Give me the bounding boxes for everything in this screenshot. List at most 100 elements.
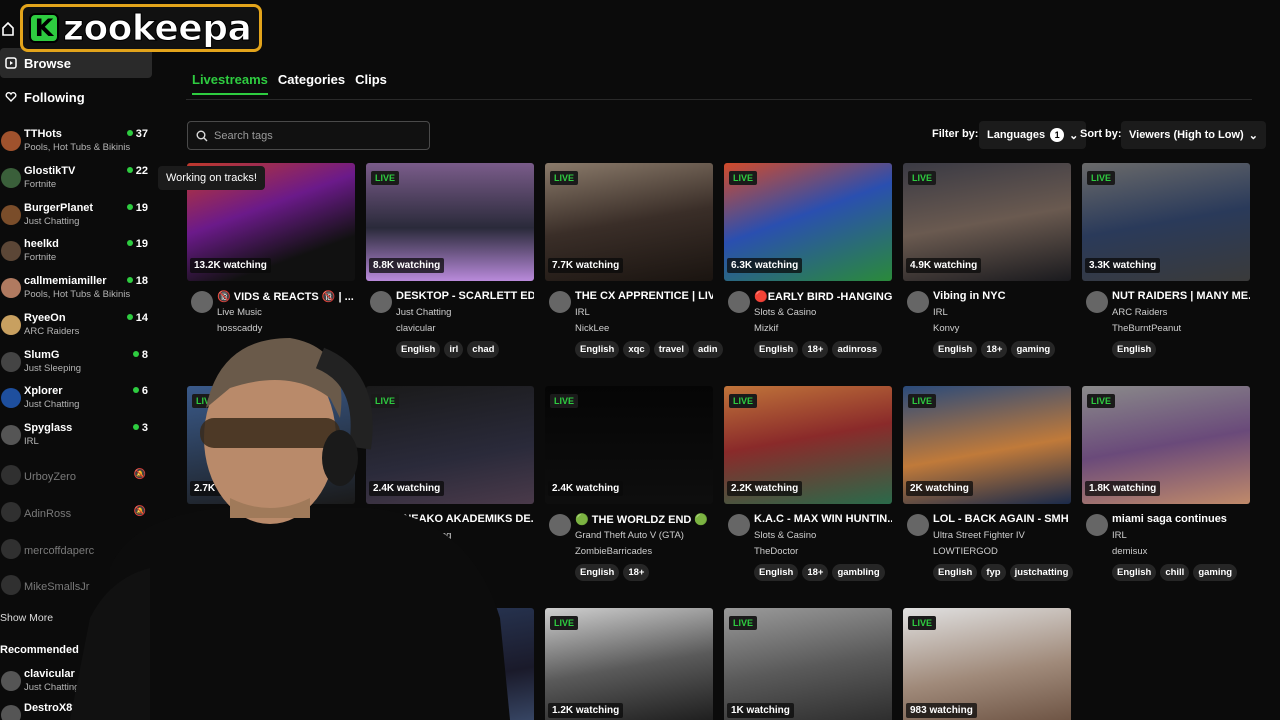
stream-thumbnail[interactable]: LIVE 983 watching — [903, 608, 1071, 720]
nav-browse[interactable]: Browse — [0, 48, 152, 78]
stream-title[interactable]: 🔴EARLY BIRD -HANGING... — [754, 290, 892, 303]
following-item[interactable]: heelkd Fortnite 19 — [0, 237, 152, 271]
stream-card[interactable]: LIVE 3.3K watching NUT RAIDERS | MANY ME..… — [1082, 163, 1250, 358]
tag[interactable]: 18+ — [802, 341, 829, 358]
tag[interactable]: gaming — [1011, 341, 1056, 358]
stream-card[interactable]: LIVE 2.4K watching 🟢 THE WORLDZ END 🟢 Grand… — [545, 386, 713, 581]
avatar[interactable] — [370, 291, 392, 313]
stream-card[interactable]: LIVE 983 watching — [903, 608, 1071, 720]
stream-card[interactable]: LIVE 2K watching LOL - BACK AGAIN - SMH Ult… — [903, 386, 1074, 581]
search-input[interactable] — [214, 129, 414, 142]
stream-category[interactable]: ARC Raiders — [1112, 307, 1167, 318]
tag[interactable]: chill — [1160, 564, 1190, 581]
avatar[interactable] — [907, 514, 929, 536]
stream-title[interactable]: DESKTOP - SCARLETT ED... — [396, 290, 534, 302]
stream-title[interactable]: THE CX APPRENTICE | LIV... — [575, 290, 713, 302]
tab-categories[interactable]: Categories — [278, 72, 345, 95]
stream-card[interactable]: LIVE 8.8K watching DESKTOP - SCARLETT ED..… — [366, 163, 534, 358]
following-item[interactable]: BurgerPlanet Just Chatting 19 — [0, 201, 152, 235]
stream-card[interactable]: LIVE 6.3K watching 🔴EARLY BIRD -HANGING...… — [724, 163, 892, 358]
following-item[interactable]: TTHots Pools, Hot Tubs & Bikinis 37 — [0, 127, 152, 161]
avatar[interactable] — [728, 514, 750, 536]
stream-thumbnail[interactable]: LIVE 2.2K watching — [724, 386, 892, 504]
tag[interactable]: English — [1112, 341, 1157, 358]
stream-category[interactable]: IRL — [1112, 530, 1127, 541]
stream-category[interactable]: IRL — [575, 307, 590, 318]
stream-card[interactable]: LIVE 1.2K watching — [545, 608, 713, 720]
show-more-link[interactable]: Show More — [0, 612, 53, 624]
stream-thumbnail[interactable]: LIVE 6.3K watching — [724, 163, 892, 281]
tag[interactable]: English — [754, 341, 799, 358]
tag[interactable]: gambling — [832, 564, 885, 581]
avatar[interactable] — [191, 291, 213, 313]
stream-category[interactable]: Slots & Casino — [754, 307, 816, 318]
zookeepa-logo[interactable]: K zookeepa — [20, 4, 262, 52]
stream-title[interactable]: 🔞 VIDS & REACTS 🔞 | ... — [217, 290, 355, 303]
stream-thumbnail[interactable]: LIVE 2.4K watching — [545, 386, 713, 504]
stream-title[interactable]: K.A.C - MAX WIN HUNTIN... — [754, 513, 892, 525]
stream-title[interactable]: NUT RAIDERS | MANY ME... — [1112, 290, 1250, 302]
avatar[interactable] — [1086, 514, 1108, 536]
tag[interactable]: xqc — [623, 341, 650, 358]
channel-name[interactable]: Mizkif — [754, 323, 778, 334]
stream-category[interactable]: Grand Theft Auto V (GTA) — [575, 530, 684, 541]
stream-title[interactable]: Vibing in NYC — [933, 290, 1071, 302]
tag[interactable]: English — [575, 341, 620, 358]
tag[interactable]: fyp — [981, 564, 1006, 581]
channel-name[interactable]: Konvy — [933, 323, 959, 334]
stream-title[interactable]: LOL - BACK AGAIN - SMH — [933, 513, 1071, 525]
stream-thumbnail[interactable]: LIVE 1K watching — [724, 608, 892, 720]
tag[interactable]: 18+ — [981, 341, 1008, 358]
stream-card[interactable]: LIVE 1K watching — [724, 608, 892, 720]
channel-name[interactable]: TheDoctor — [754, 546, 798, 557]
channel-name[interactable]: ZombieBarricades — [575, 546, 652, 557]
stream-card[interactable]: LIVE 1.8K watching miami saga continues IRL… — [1082, 386, 1250, 581]
avatar[interactable] — [907, 291, 929, 313]
stream-category[interactable]: IRL — [933, 307, 948, 318]
channel-name[interactable]: NickLee — [575, 323, 609, 334]
nav-following[interactable]: Following — [0, 82, 152, 112]
avatar[interactable] — [1086, 291, 1108, 313]
channel-name[interactable]: LOWTIERGOD — [933, 546, 998, 557]
stream-category[interactable]: Slots & Casino — [754, 530, 816, 541]
avatar[interactable] — [549, 291, 571, 313]
tag[interactable]: justchatting — [1009, 564, 1074, 581]
stream-category[interactable]: Just Chatting — [396, 307, 451, 318]
tag[interactable]: adin — [693, 341, 723, 358]
tag[interactable]: English — [933, 341, 978, 358]
tab-clips[interactable]: Clips — [355, 72, 387, 95]
stream-thumbnail[interactable]: LIVE 8.8K watching — [366, 163, 534, 281]
search-box[interactable] — [187, 121, 430, 150]
stream-card[interactable]: LIVE 4.9K watching Vibing in NYC IRL Konvy En… — [903, 163, 1071, 358]
tag[interactable]: English — [933, 564, 978, 581]
channel-name[interactable]: TheBurntPeanut — [1112, 323, 1181, 334]
tag[interactable]: 18+ — [623, 564, 650, 581]
tag[interactable]: English — [575, 564, 620, 581]
stream-thumbnail[interactable]: LIVE 2K watching — [903, 386, 1071, 504]
home-icon[interactable] — [2, 22, 14, 36]
stream-thumbnail[interactable]: LIVE 1.8K watching — [1082, 386, 1250, 504]
tag[interactable]: adinross — [832, 341, 883, 358]
stream-card[interactable]: LIVE 7.7K watching THE CX APPRENTICE | LIV… — [545, 163, 723, 358]
avatar[interactable] — [728, 291, 750, 313]
avatar[interactable] — [549, 514, 571, 536]
stream-card[interactable]: LIVE 2.2K watching K.A.C - MAX WIN HUNTIN.… — [724, 386, 892, 581]
tab-livestreams[interactable]: Livestreams — [192, 72, 268, 95]
tag[interactable]: English — [1112, 564, 1157, 581]
stream-thumbnail[interactable]: LIVE 1.2K watching — [545, 608, 713, 720]
stream-title[interactable]: 🟢 THE WORLDZ END 🟢 — [575, 513, 713, 526]
stream-title[interactable]: miami saga continues — [1112, 513, 1250, 525]
tag[interactable]: travel — [653, 341, 690, 358]
languages-dropdown[interactable]: Languages 1 ⌄ — [979, 121, 1087, 149]
following-item[interactable]: callmemiamiller Pools, Hot Tubs & Bikinis… — [0, 274, 152, 308]
tag[interactable]: English — [754, 564, 799, 581]
stream-thumbnail[interactable]: LIVE 3.3K watching — [1082, 163, 1250, 281]
stream-thumbnail[interactable]: LIVE 4.9K watching — [903, 163, 1071, 281]
tag[interactable]: gaming — [1193, 564, 1238, 581]
stream-category[interactable]: Ultra Street Fighter IV — [933, 530, 1025, 541]
tag[interactable]: 18+ — [802, 564, 829, 581]
stream-thumbnail[interactable]: LIVE 7.7K watching — [545, 163, 713, 281]
sort-dropdown[interactable]: Viewers (High to Low) ⌄ — [1121, 121, 1266, 149]
stream-category[interactable]: Live Music — [217, 307, 262, 318]
channel-name[interactable]: demisux — [1112, 546, 1147, 557]
